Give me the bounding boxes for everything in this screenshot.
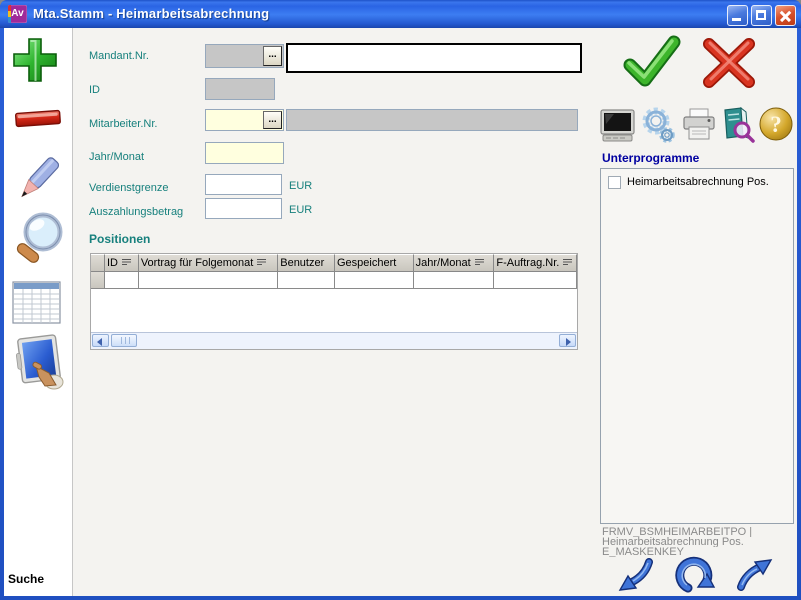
window-title: Mta.Stamm - Heimarbeitsabrechnung <box>33 6 269 21</box>
monitor-icon[interactable] <box>600 107 636 148</box>
mandant-lookup-button[interactable]: ... <box>263 46 282 66</box>
subprogram-label[interactable]: Heimarbeitsabrechnung Pos. <box>627 176 769 188</box>
column-header-gespeichert[interactable]: Gespeichert <box>335 254 414 272</box>
mitarbeiter-lookup-button[interactable]: ... <box>263 111 282 129</box>
status-line: Heimarbeitsabrechnung Pos. <box>602 537 794 547</box>
settings-gears-icon[interactable] <box>641 106 677 149</box>
status-line: FRMV_BSMHEIMARBEITPO | <box>602 527 794 537</box>
refresh-icon[interactable] <box>674 551 718 600</box>
id-field <box>205 78 275 100</box>
grid-corner-cell <box>91 254 105 272</box>
auszahlungsbetrag-field[interactable] <box>205 198 282 219</box>
arrow-forward-icon[interactable] <box>736 557 774 596</box>
auszahlungsbetrag-label: Auszahlungsbetrag <box>89 206 183 218</box>
jahrmonat-label: Jahr/Monat <box>89 151 144 163</box>
scroll-left-icon <box>97 338 102 346</box>
horizontal-scrollbar[interactable] <box>91 332 577 349</box>
mandant-label: Mandant.Nr. <box>89 50 149 62</box>
table-list-icon[interactable] <box>12 281 62 330</box>
add-icon[interactable] <box>11 36 59 91</box>
title-bar: Av Mta.Stamm - Heimarbeitsabrechnung <box>0 0 801 28</box>
app-window: Av Mta.Stamm - Heimarbeitsabrechnung <box>0 0 801 600</box>
verdienstgrenze-field[interactable] <box>205 174 282 195</box>
scroll-right-icon <box>566 338 571 346</box>
auszahlungsbetrag-unit: EUR <box>289 204 312 216</box>
positionen-heading: Positionen <box>89 232 150 246</box>
grid-header-row: ID Vortrag für Folgemonat Benutzer Gespe… <box>91 254 577 272</box>
suche-label: Suche <box>8 572 44 586</box>
subprogram-checkbox[interactable] <box>608 176 621 189</box>
select-screen-icon[interactable] <box>12 333 66 396</box>
unterprogramme-list: Heimarbeitsabrechnung Pos. <box>600 168 794 524</box>
edit-pencil-icon[interactable] <box>14 150 62 215</box>
maximize-button[interactable] <box>751 5 772 26</box>
jahrmonat-field[interactable] <box>205 142 284 164</box>
verdienstgrenze-label: Verdienstgrenze <box>89 182 169 194</box>
sort-filter-icon <box>474 257 485 269</box>
id-label: ID <box>89 84 100 96</box>
sort-filter-icon <box>256 257 267 269</box>
column-header-fauftrag[interactable]: F-Auftrag.Nr. <box>494 254 577 272</box>
verdienstgrenze-unit: EUR <box>289 180 312 192</box>
mitarbeiter-lookup-field[interactable]: ... <box>205 109 284 131</box>
cancel-x-icon[interactable] <box>700 37 758 94</box>
print-icon[interactable] <box>681 107 717 148</box>
scroll-left-button[interactable] <box>92 334 109 347</box>
app-icon: Av <box>8 5 27 23</box>
sort-filter-icon <box>562 257 573 269</box>
unterprogramme-heading: Unterprogramme <box>602 151 699 165</box>
column-header-jahrmonat[interactable]: Jahr/Monat <box>414 254 495 272</box>
app-icon-label: Av <box>11 8 23 19</box>
arrow-back-icon[interactable] <box>617 558 655 599</box>
column-header-vortrag[interactable]: Vortrag für Folgemonat <box>139 254 278 272</box>
remove-icon[interactable] <box>13 106 63 137</box>
document-search-icon[interactable] <box>719 106 755 149</box>
column-header-id[interactable]: ID <box>105 254 139 272</box>
mitarbeiter-name-field <box>286 109 578 131</box>
mandant-value-field[interactable] <box>286 43 582 73</box>
positionen-grid: ID Vortrag für Folgemonat Benutzer Gespe… <box>90 253 578 350</box>
minimize-icon <box>732 18 741 21</box>
row-selector-cell[interactable] <box>91 272 105 289</box>
svg-text:?: ? <box>770 112 782 137</box>
ok-check-icon[interactable] <box>618 33 682 98</box>
maximize-icon <box>756 10 766 20</box>
minimize-button[interactable] <box>727 5 748 26</box>
scroll-right-button[interactable] <box>559 334 576 347</box>
scrollbar-thumb[interactable] <box>111 334 137 347</box>
close-button[interactable] <box>775 5 796 26</box>
column-header-benutzer[interactable]: Benutzer <box>278 254 335 272</box>
search-magnifier-icon[interactable] <box>12 208 64 275</box>
help-icon[interactable]: ? <box>758 106 794 147</box>
mitarbeiter-label: Mitarbeiter.Nr. <box>89 118 157 130</box>
sort-filter-icon <box>121 257 132 269</box>
table-row[interactable] <box>91 272 577 289</box>
mandant-lookup-field: ... <box>205 44 284 68</box>
